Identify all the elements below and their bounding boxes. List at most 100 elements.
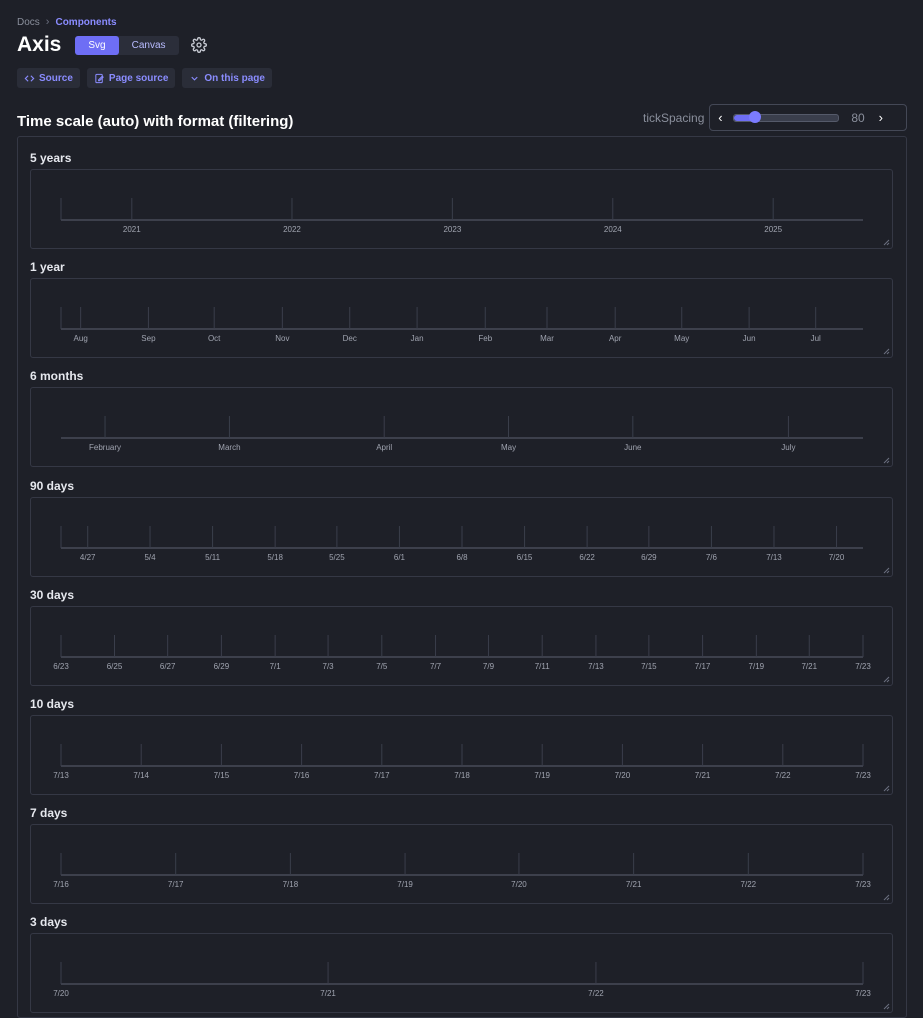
chart-title: 7 days [30, 806, 68, 821]
tick-label: 7/3 [323, 662, 335, 671]
chart-title: 3 days [30, 915, 68, 930]
tick-label: 7/22 [741, 880, 757, 889]
tick-spacing-value: 80 [851, 110, 865, 125]
page-source-button[interactable]: Page source [86, 68, 176, 88]
tick-label: 6/25 [107, 662, 123, 671]
tick-label: Feb [478, 334, 492, 343]
tick-label: 7/6 [706, 553, 718, 562]
axis-chart-card: 7/13 7/14 7/15 7/16 7/17 7/18 7/19 7/20 7/21 7/22… [30, 715, 893, 795]
axis-chart-card: February March April May June July [30, 387, 893, 468]
chart-title: 6 months [30, 369, 84, 384]
tick-label: Sep [141, 334, 156, 343]
chevron-left-icon[interactable]: ‹ [710, 110, 730, 125]
tick-label: 7/23 [855, 989, 871, 998]
tick-label: 7/1 [270, 662, 282, 671]
tick-spacing-control: tickSpacing ‹ 80 › [643, 104, 908, 131]
code-icon [24, 74, 35, 82]
tick-label: 7/20 [829, 553, 845, 562]
tick-spacing-slider[interactable] [733, 110, 840, 123]
tick-label: Jan [411, 334, 424, 343]
renderer-toggle: Svg Canvas [75, 35, 179, 55]
tick-label: 6/1 [394, 553, 406, 562]
tick-label: 7/17 [168, 880, 184, 889]
axis-chart-card: 7/16 7/17 7/18 7/19 7/20 7/21 7/22 7/23 [30, 824, 893, 905]
chart-title: 30 days [30, 587, 75, 602]
tick-label: 7/20 [511, 880, 527, 889]
tick-label: 4/27 [80, 553, 96, 562]
tick-label: Jun [743, 334, 756, 343]
resize-handle-icon[interactable] [883, 785, 890, 792]
tick-label: March [218, 443, 240, 452]
tick-label: 7/5 [376, 662, 388, 671]
breadcrumb-components-link[interactable]: Components [55, 17, 116, 28]
tick-label: April [376, 443, 392, 452]
tick-label: July [781, 443, 795, 452]
tick-label: 2025 [764, 225, 782, 234]
tick-label: 7/9 [483, 662, 495, 671]
tick-label: 7/21 [626, 880, 642, 889]
on-this-page-button[interactable]: On this page [182, 68, 272, 88]
tick-label: 5/25 [329, 553, 345, 562]
axis-chart-card: Aug Sep Oct Nov Dec Jan Feb Mar Apr May Jun Jul [30, 278, 893, 359]
tick-label: 2024 [604, 225, 622, 234]
tick-label: 7/11 [535, 662, 551, 671]
tick-label: 7/15 [214, 771, 230, 780]
source-button[interactable]: Source [17, 68, 80, 88]
tick-label: 6/27 [160, 662, 176, 671]
resize-handle-icon[interactable] [883, 239, 890, 246]
tick-label: 7/16 [53, 880, 69, 889]
tick-label: 7/21 [801, 662, 817, 671]
tick-label: 2023 [443, 225, 461, 234]
axis-chart: 4/27 5/4 5/11 5/18 5/25 6/1 6/8 6/15 6/22 6/29 7/6… [60, 525, 890, 573]
resize-handle-icon[interactable] [883, 894, 890, 901]
chevron-down-icon [191, 76, 199, 81]
tick-label: Oct [208, 334, 221, 343]
canvas-toggle-button[interactable]: Canvas [119, 36, 179, 55]
gear-icon[interactable] [190, 37, 207, 53]
svg-toggle-button[interactable]: Svg [75, 35, 119, 55]
tick-label: 7/19 [397, 880, 413, 889]
tick-label: 7/20 [53, 989, 69, 998]
axis-chart-card: 4/27 5/4 5/11 5/18 5/25 6/1 6/8 6/15 6/22 6/29 7/6… [30, 496, 893, 577]
axis-chart: 7/13 7/14 7/15 7/16 7/17 7/18 7/19 7/20 7/21 7/22… [53, 744, 890, 792]
tick-label: 6/29 [214, 662, 230, 671]
tick-label: 6/23 [53, 662, 69, 671]
tick-label: 2022 [283, 225, 301, 234]
axis-chart: 2021 2022 2023 2024 2025 [60, 198, 890, 246]
tick-label: Jul [811, 334, 821, 343]
tick-label: 7/13 [766, 553, 782, 562]
tick-label: 7/22 [588, 989, 604, 998]
source-label: Source [39, 72, 73, 84]
resize-handle-icon[interactable] [883, 676, 890, 683]
chart-title: 5 years [30, 151, 72, 165]
tick-label: 7/21 [695, 771, 711, 780]
chevron-right-icon[interactable]: › [871, 110, 891, 125]
tick-label: 6/8 [456, 553, 468, 562]
breadcrumb: Docs › Components [17, 16, 117, 28]
tick-label: 6/15 [517, 553, 533, 562]
tick-label: 7/23 [855, 771, 871, 780]
tick-label: 7/15 [641, 662, 657, 671]
tick-spacing-label: tickSpacing [643, 110, 705, 125]
file-edit-icon [95, 73, 104, 83]
tick-label: June [624, 443, 642, 452]
resize-handle-icon[interactable] [883, 567, 890, 573]
tick-label: February [89, 443, 121, 452]
slider-thumb[interactable] [749, 110, 762, 123]
resize-handle-icon[interactable] [883, 458, 890, 464]
chart-title: 10 days [30, 697, 75, 711]
tick-label: 6/29 [641, 553, 657, 562]
resize-handle-icon[interactable] [883, 1004, 890, 1010]
tick-label: Aug [74, 334, 88, 343]
tick-label: Dec [343, 334, 357, 343]
tick-label: 7/18 [454, 771, 470, 780]
page-title: Axis [17, 33, 62, 56]
tick-label: 7/14 [133, 771, 149, 780]
tick-label: 7/16 [294, 771, 310, 780]
tick-label: 2021 [123, 225, 141, 234]
resize-handle-icon[interactable] [883, 348, 890, 355]
breadcrumb-docs-link[interactable]: Docs [17, 17, 40, 28]
tick-label: 7/20 [615, 771, 631, 780]
tick-label: Mar [540, 334, 554, 343]
axis-chart: February March April May June July [61, 416, 890, 464]
